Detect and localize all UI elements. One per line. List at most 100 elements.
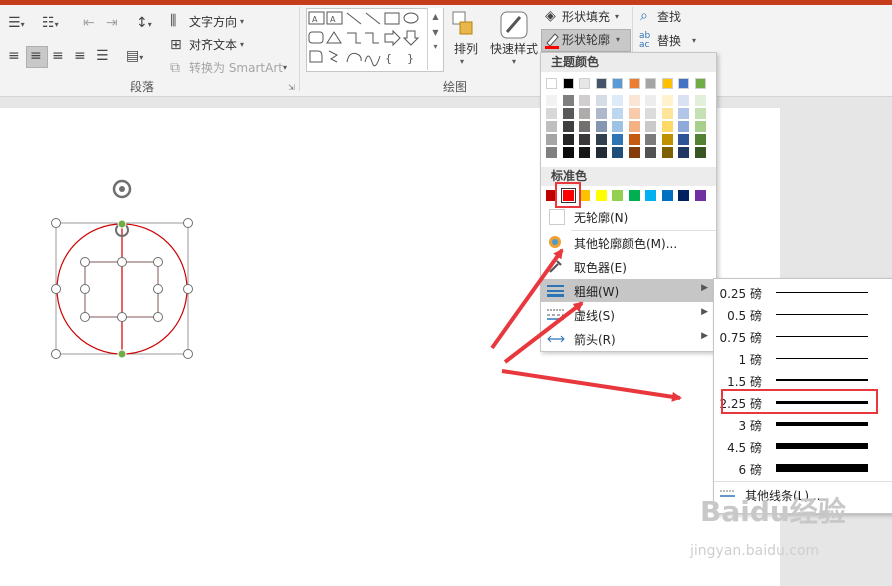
theme-shade-swatch[interactable] <box>661 147 673 158</box>
shape-fill-button[interactable]: 形状填充 <box>562 9 610 25</box>
standard-color-swatch[interactable] <box>612 190 623 201</box>
more-outline-colors-item[interactable]: 其他轮廓颜色(M)... <box>541 231 716 254</box>
weight-option[interactable]: 0.25 磅 <box>714 281 892 303</box>
theme-shade-swatch[interactable] <box>562 134 574 145</box>
theme-shade-swatch[interactable] <box>546 95 557 106</box>
standard-color-swatch[interactable] <box>661 190 673 201</box>
find-button[interactable]: 查找 <box>657 9 681 25</box>
text-direction-button[interactable]: 文字方向 <box>189 14 237 30</box>
theme-shade-swatch[interactable] <box>645 134 656 145</box>
theme-shade-swatch[interactable] <box>612 134 623 145</box>
weight-item[interactable]: 粗细(W) ▶ <box>541 279 716 302</box>
align-left-icon[interactable]: ≡ <box>8 48 20 64</box>
theme-shade-swatch[interactable] <box>694 147 706 158</box>
theme-shade-swatch[interactable] <box>562 121 574 132</box>
rotate-handle-icon[interactable] <box>112 179 132 199</box>
theme-shade-swatch[interactable] <box>645 108 656 119</box>
theme-shade-swatch[interactable] <box>628 108 640 119</box>
theme-shade-swatch[interactable] <box>562 108 574 119</box>
theme-shade-swatch[interactable] <box>661 95 673 106</box>
theme-shade-swatch[interactable] <box>562 95 574 106</box>
theme-shade-swatch[interactable] <box>595 121 607 132</box>
columns-icon[interactable]: ▤▾ <box>126 48 143 66</box>
theme-shade-swatch[interactable] <box>645 95 656 106</box>
theme-shade-swatch[interactable] <box>694 121 706 132</box>
bottom-adjust-point[interactable] <box>117 349 127 359</box>
distributed-icon[interactable]: ☰ <box>96 48 109 64</box>
theme-shade-swatch[interactable] <box>628 95 640 106</box>
theme-shade-swatch[interactable] <box>579 121 590 132</box>
scroll-up-icon[interactable]: ▲ <box>428 12 443 21</box>
theme-shade-swatch[interactable] <box>612 108 623 119</box>
theme-shade-swatch[interactable] <box>612 147 623 158</box>
increase-indent-icon[interactable]: ⇥ <box>106 15 118 31</box>
align-right-icon[interactable]: ≡ <box>52 48 64 64</box>
gallery-expand-icon[interactable]: ▾ <box>428 42 443 51</box>
theme-shade-swatch[interactable] <box>546 134 557 145</box>
line-spacing-icon[interactable]: ↕▾ <box>136 15 152 33</box>
theme-shade-swatch[interactable] <box>661 134 673 145</box>
arrange-button[interactable]: 排列 <box>454 41 478 57</box>
theme-shade-swatch[interactable] <box>612 95 623 106</box>
theme-shade-swatch[interactable] <box>678 121 689 132</box>
weight-option[interactable]: 4.5 磅 <box>714 435 892 457</box>
theme-shade-swatch[interactable] <box>579 95 590 106</box>
theme-shade-swatch[interactable] <box>579 134 590 145</box>
theme-shade-swatch[interactable] <box>579 108 590 119</box>
theme-color-swatch[interactable] <box>678 78 689 89</box>
theme-color-swatch[interactable] <box>546 78 557 89</box>
weight-option[interactable]: 3 磅 <box>714 413 892 435</box>
arrows-item[interactable]: 箭头(R) ▶ <box>541 327 716 350</box>
weight-option[interactable]: 1.5 磅 <box>714 369 892 391</box>
standard-color-swatch[interactable] <box>694 190 706 201</box>
theme-shade-swatch[interactable] <box>628 134 640 145</box>
theme-shade-swatch[interactable] <box>694 134 706 145</box>
theme-shade-swatch[interactable] <box>612 121 623 132</box>
shapes-gallery[interactable]: A A { } <box>306 8 444 72</box>
theme-shade-swatch[interactable] <box>678 95 689 106</box>
theme-shade-swatch[interactable] <box>546 108 557 119</box>
theme-shade-swatch[interactable] <box>694 108 706 119</box>
theme-color-swatch[interactable] <box>562 78 574 89</box>
replace-button[interactable]: 替换 <box>657 33 681 49</box>
standard-color-swatch[interactable] <box>645 190 656 201</box>
eyedropper-item[interactable]: 取色器(E) <box>541 255 716 278</box>
quick-styles-button[interactable]: 快速样式 <box>490 41 538 57</box>
selected-shape[interactable] <box>40 175 210 370</box>
decrease-indent-icon[interactable]: ⇤ <box>83 15 95 31</box>
theme-shade-swatch[interactable] <box>645 121 656 132</box>
standard-color-swatch[interactable] <box>579 190 590 201</box>
standard-color-swatch[interactable] <box>628 190 640 201</box>
standard-color-swatch[interactable] <box>560 188 576 203</box>
theme-color-swatch[interactable] <box>694 78 706 89</box>
theme-shade-swatch[interactable] <box>678 108 689 119</box>
weight-option[interactable]: 1 磅 <box>714 347 892 369</box>
theme-color-swatch[interactable] <box>579 78 590 89</box>
no-outline-item[interactable]: 无轮廓(N) <box>541 205 716 228</box>
theme-shade-swatch[interactable] <box>628 147 640 158</box>
theme-shade-swatch[interactable] <box>595 147 607 158</box>
justify-icon[interactable]: ≡ <box>74 48 86 64</box>
weight-option[interactable]: 6 磅 <box>714 457 892 479</box>
standard-color-swatch[interactable] <box>546 190 557 201</box>
theme-shade-swatch[interactable] <box>678 147 689 158</box>
dialog-launcher-icon[interactable]: ⇲ <box>288 83 295 92</box>
bullets-icon[interactable]: ☰▾ <box>8 15 25 33</box>
theme-shade-swatch[interactable] <box>595 134 607 145</box>
theme-shade-swatch[interactable] <box>546 121 557 132</box>
theme-shade-swatch[interactable] <box>678 134 689 145</box>
theme-shade-swatch[interactable] <box>562 147 574 158</box>
top-adjust-point[interactable] <box>117 219 127 229</box>
theme-color-swatch[interactable] <box>612 78 623 89</box>
scroll-down-icon[interactable]: ▼ <box>428 28 443 37</box>
weight-option[interactable]: 0.5 磅 <box>714 303 892 325</box>
gallery-scrollbar[interactable]: ▲ ▼ ▾ <box>427 8 443 70</box>
theme-shade-swatch[interactable] <box>694 95 706 106</box>
theme-shade-swatch[interactable] <box>595 108 607 119</box>
theme-shade-swatch[interactable] <box>645 147 656 158</box>
theme-shade-swatch[interactable] <box>628 121 640 132</box>
dashes-item[interactable]: 虚线(S) ▶ <box>541 303 716 326</box>
standard-color-swatch[interactable] <box>595 190 607 201</box>
theme-shade-swatch[interactable] <box>595 95 607 106</box>
align-text-button[interactable]: 对齐文本 <box>189 37 237 53</box>
